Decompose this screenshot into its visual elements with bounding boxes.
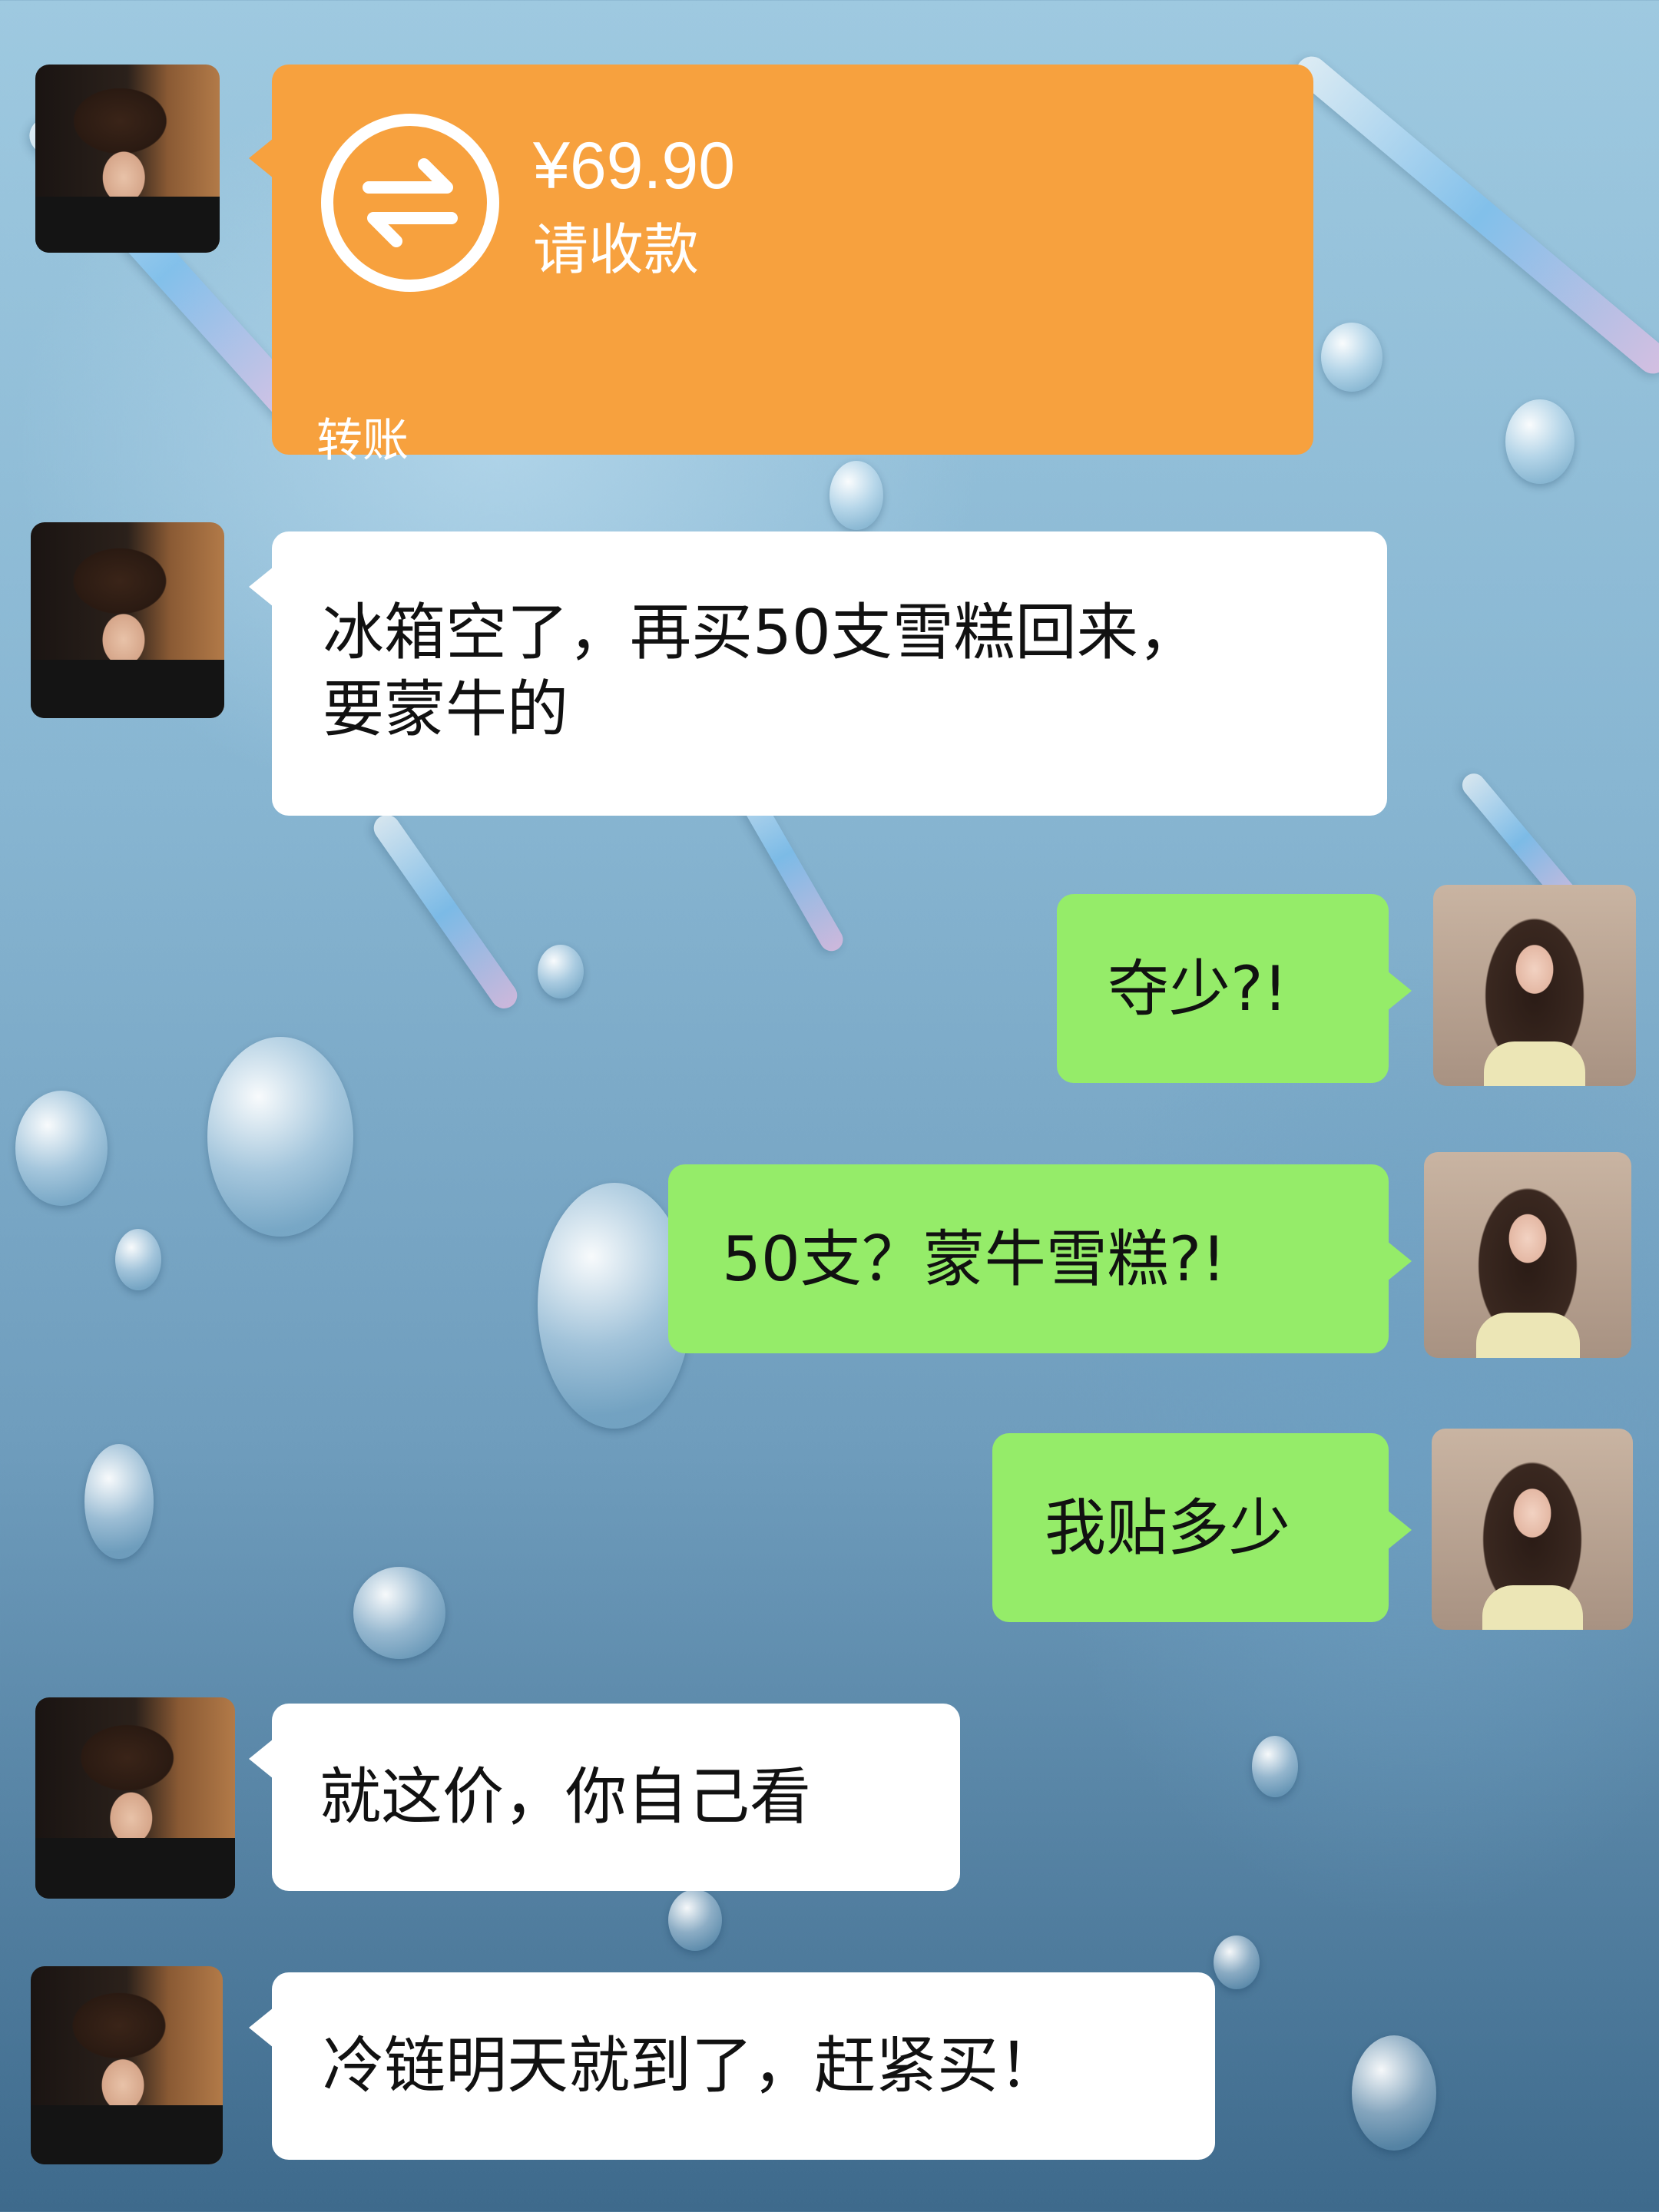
- bg-droplet: [1505, 399, 1575, 484]
- bg-droplet: [668, 1889, 722, 1951]
- self-avatar[interactable]: [1432, 1429, 1633, 1630]
- self-avatar[interactable]: [1433, 885, 1636, 1086]
- contact-avatar[interactable]: [31, 1966, 223, 2164]
- bg-droplet: [115, 1229, 161, 1290]
- transfer-card[interactable]: ¥69.90 请收款 转账: [249, 65, 1313, 468]
- message-bubble-received[interactable]: 冰箱空了，再买50支雪糕回来， 要蒙牛的: [249, 531, 1387, 816]
- transfer-divider: [272, 364, 1313, 365]
- message-text: 50支？蒙牛雪糕?!: [722, 1224, 1227, 1295]
- transfer-label: 转账: [316, 414, 409, 468]
- bg-droplet: [1252, 1736, 1298, 1797]
- bg-droplet: [207, 1037, 353, 1237]
- message-text: 冰箱空了，再买50支雪糕回来， 要蒙牛的: [323, 597, 1200, 745]
- bg-droplet: [830, 461, 883, 530]
- bg-droplet: [1321, 323, 1382, 392]
- bg-droplet: [1352, 2035, 1436, 2151]
- bg-streak: [369, 810, 522, 1014]
- message-bubble-sent[interactable]: 我贴多少: [992, 1433, 1412, 1622]
- message-text: 夺少?!: [1108, 953, 1288, 1025]
- message-bubble-received[interactable]: 就这价，你自己看: [249, 1704, 960, 1891]
- message-bubble-sent[interactable]: 夺少?!: [1057, 894, 1412, 1083]
- bg-droplet: [15, 1091, 108, 1206]
- transfer-note: 请收款: [533, 217, 700, 282]
- message-bubble-sent[interactable]: 50支？蒙牛雪糕?!: [668, 1164, 1412, 1353]
- message-text: 就这价，你自己看: [320, 1761, 811, 1833]
- bg-streak: [1290, 50, 1659, 380]
- message-bubble-received[interactable]: 冷链明天就到了，赶紧买！: [249, 1972, 1215, 2160]
- self-avatar[interactable]: [1424, 1152, 1631, 1358]
- contact-avatar[interactable]: [35, 1697, 235, 1899]
- bg-droplet: [84, 1444, 154, 1559]
- bg-droplet: [1214, 1936, 1260, 1989]
- transfer-amount: ¥69.90: [533, 129, 736, 203]
- message-text: 我贴多少: [1045, 1492, 1290, 1564]
- bg-droplet: [353, 1567, 445, 1659]
- transfer-arrows-icon: [321, 114, 499, 292]
- contact-avatar[interactable]: [31, 522, 224, 718]
- contact-avatar[interactable]: [35, 65, 220, 253]
- message-text: 冷链明天就到了，赶紧买！: [323, 2030, 1060, 2101]
- bg-droplet: [538, 945, 584, 998]
